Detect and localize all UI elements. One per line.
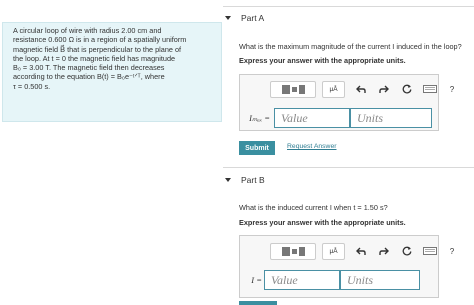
part-a-divider <box>223 6 474 7</box>
part-a-toolbar: μÅ ? <box>270 80 459 98</box>
problem-line: τ = 0.500 s. <box>13 81 51 91</box>
part-a-input-row: Iₘₐₓ = Value Units <box>240 108 440 128</box>
redo-icon[interactable] <box>374 243 394 260</box>
value-input[interactable]: Value <box>264 270 340 290</box>
units-button[interactable]: μÅ <box>322 242 345 260</box>
keyboard-icon[interactable] <box>420 243 440 260</box>
part-a-instruction: Express your answer with the appropriate… <box>239 56 406 65</box>
units-input[interactable]: Units <box>350 108 432 128</box>
caret-down-icon[interactable] <box>225 178 231 182</box>
reset-icon[interactable] <box>397 81 417 98</box>
i-label: I = <box>251 275 262 285</box>
problem-line: the loop. At t = 0 the magnetic field ha… <box>13 53 176 63</box>
help-icon[interactable]: ? <box>445 243 459 260</box>
units-input[interactable]: Units <box>340 270 420 290</box>
part-a-answer-box: μÅ ? Iₘₐₓ = Value Units <box>239 74 454 131</box>
units-button[interactable]: μÅ <box>322 80 345 98</box>
templates-icon[interactable] <box>270 242 316 260</box>
undo-icon[interactable] <box>351 81 371 98</box>
help-icon[interactable]: ? <box>445 81 459 98</box>
part-b-title: Part B <box>241 175 265 185</box>
caret-down-icon[interactable] <box>225 16 231 20</box>
part-a-question: What is the maximum magnitude of the cur… <box>239 42 462 51</box>
part-a-title: Part A <box>241 13 265 23</box>
part-b-divider <box>223 167 474 168</box>
reset-icon[interactable] <box>397 243 417 260</box>
submit-button-partial[interactable] <box>239 301 277 305</box>
undo-icon[interactable] <box>351 243 371 260</box>
problem-line: resistance 0.600 Ω is in a region of a s… <box>13 35 187 45</box>
part-a-header[interactable]: Part A <box>225 12 264 24</box>
value-input[interactable]: Value <box>274 108 350 128</box>
problem-line: B₀ = 3.00 T. The magnetic field then dec… <box>13 63 165 73</box>
problem-statement: A circular loop of wire with radius 2.00… <box>13 26 218 91</box>
part-b-answer-box: μÅ ? I = Value Units <box>239 235 454 298</box>
problem-line: according to the equation B(t) = B₀e⁻ᵗᐟᵀ… <box>13 72 165 82</box>
part-b-input-row: I = Value Units <box>240 270 440 290</box>
redo-icon[interactable] <box>374 81 394 98</box>
submit-button[interactable]: Submit <box>239 141 275 155</box>
templates-icon[interactable] <box>270 80 316 98</box>
request-answer-link[interactable]: Request Answer <box>287 143 337 150</box>
part-b-question: What is the induced current I when t = 1… <box>239 203 388 212</box>
part-b-instruction: Express your answer with the appropriate… <box>239 218 406 227</box>
part-b-header[interactable]: Part B <box>225 174 265 186</box>
problem-line: A circular loop of wire with radius 2.00… <box>13 26 162 35</box>
problem-line: magnetic field B⃗ that is perpendicular … <box>13 44 182 54</box>
keyboard-icon[interactable] <box>420 81 440 98</box>
part-b-toolbar: μÅ ? <box>270 242 459 260</box>
i-max-label: Iₘₐₓ = <box>249 112 270 123</box>
